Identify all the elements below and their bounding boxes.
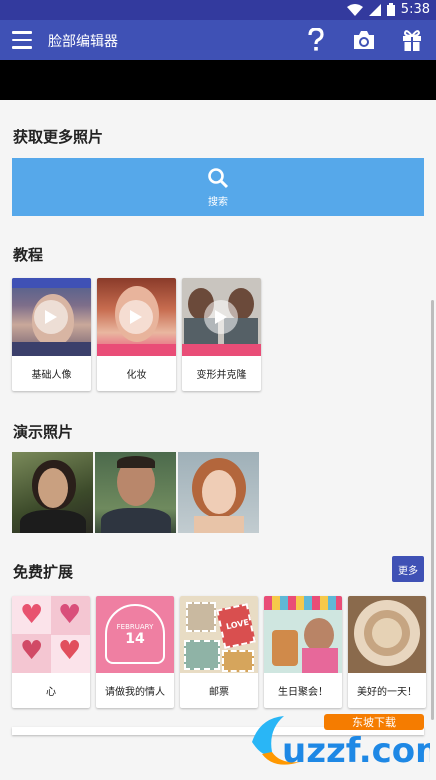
tutorial-thumbnail bbox=[97, 278, 176, 356]
section-title-tutorials: 教程 bbox=[13, 246, 44, 264]
section-title-free-ext: 免费扩展 bbox=[13, 563, 74, 581]
app-title: 脸部编辑器 bbox=[48, 34, 118, 50]
section-title-get-more: 获取更多照片 bbox=[13, 128, 104, 146]
signal-icon bbox=[368, 3, 381, 16]
clock: 5:38 bbox=[400, 2, 430, 17]
status-bar: 5:38 bbox=[0, 0, 436, 20]
heart-icon: ♥ bbox=[58, 600, 82, 630]
menu-icon[interactable] bbox=[12, 31, 32, 49]
demo-photo-3[interactable] bbox=[178, 452, 259, 533]
extension-label: 生日聚会！ bbox=[278, 687, 328, 698]
search-label: 搜索 bbox=[208, 196, 228, 208]
extension-card-valentine[interactable]: FEBRUARY 14 请做我的情人 bbox=[96, 596, 174, 708]
camera-icon[interactable] bbox=[350, 26, 378, 54]
extension-card-birthday[interactable]: 生日聚会！ bbox=[264, 596, 342, 708]
thumb-text-day: 14 bbox=[125, 630, 145, 647]
watermark-text: uzzf.com bbox=[282, 731, 430, 771]
heart-icon: ♥ bbox=[20, 636, 44, 666]
help-icon[interactable] bbox=[302, 26, 330, 54]
demo-photo-2[interactable] bbox=[95, 452, 176, 533]
play-icon bbox=[34, 300, 68, 334]
extension-thumbnail: LOVE bbox=[180, 596, 258, 673]
extension-thumbnail: ♥ ♥ ♥ ♥ bbox=[12, 596, 90, 673]
tutorial-label: 变形并克隆 bbox=[196, 370, 247, 381]
more-button[interactable]: 更多 bbox=[392, 556, 424, 582]
heart-icon: ♥ bbox=[58, 636, 82, 666]
watermark-banner: 东坡下载 bbox=[352, 716, 396, 729]
tutorial-thumbnail bbox=[12, 278, 91, 356]
app-bar: 脸部编辑器 bbox=[0, 20, 436, 60]
extension-label: 心 bbox=[46, 687, 56, 698]
tutorial-label: 化妆 bbox=[126, 370, 147, 381]
watermark-logo: 东坡下载 uzzf.com bbox=[252, 714, 430, 771]
tutorial-card-makeup[interactable]: 化妆 bbox=[97, 278, 176, 391]
tutorial-list: 基础人像 化妆 变形并克隆 bbox=[12, 278, 261, 391]
play-icon bbox=[204, 300, 238, 334]
tutorial-thumbnail bbox=[182, 278, 261, 356]
section-title-demos: 演示照片 bbox=[13, 423, 74, 441]
wifi-icon bbox=[346, 3, 363, 16]
gift-icon[interactable] bbox=[398, 26, 426, 54]
extension-label: 请做我的情人 bbox=[105, 687, 165, 698]
demo-photo-1[interactable] bbox=[12, 452, 93, 533]
extension-card-heart[interactable]: ♥ ♥ ♥ ♥ 心 bbox=[12, 596, 90, 708]
tutorial-label: 基础人像 bbox=[31, 370, 72, 381]
search-button[interactable]: 搜索 bbox=[12, 158, 424, 216]
extension-label: 美好的一天！ bbox=[357, 687, 417, 698]
play-icon bbox=[119, 300, 153, 334]
banner-area bbox=[0, 60, 436, 100]
extension-card-stamp[interactable]: LOVE 邮票 bbox=[180, 596, 258, 708]
extension-thumbnail: FEBRUARY 14 bbox=[96, 596, 174, 673]
extension-thumbnail bbox=[348, 596, 426, 673]
search-icon bbox=[208, 167, 229, 188]
demo-photo-list bbox=[12, 452, 259, 533]
tutorial-card-basic[interactable]: 基础人像 bbox=[12, 278, 91, 391]
extension-label: 邮票 bbox=[209, 687, 229, 698]
scrollbar[interactable] bbox=[431, 300, 434, 720]
heart-icon: ♥ bbox=[20, 600, 44, 630]
battery-icon bbox=[386, 3, 395, 16]
thumb-text-feb: FEBRUARY bbox=[116, 622, 154, 631]
extension-thumbnail bbox=[264, 596, 342, 673]
tutorial-card-morph[interactable]: 变形并克隆 bbox=[182, 278, 261, 391]
extension-card-nice-day[interactable]: 美好的一天！ bbox=[348, 596, 426, 708]
extension-list: ♥ ♥ ♥ ♥ 心 FEBRUARY 14 请做我的情人 LOVE 邮票 生日聚… bbox=[12, 596, 426, 708]
